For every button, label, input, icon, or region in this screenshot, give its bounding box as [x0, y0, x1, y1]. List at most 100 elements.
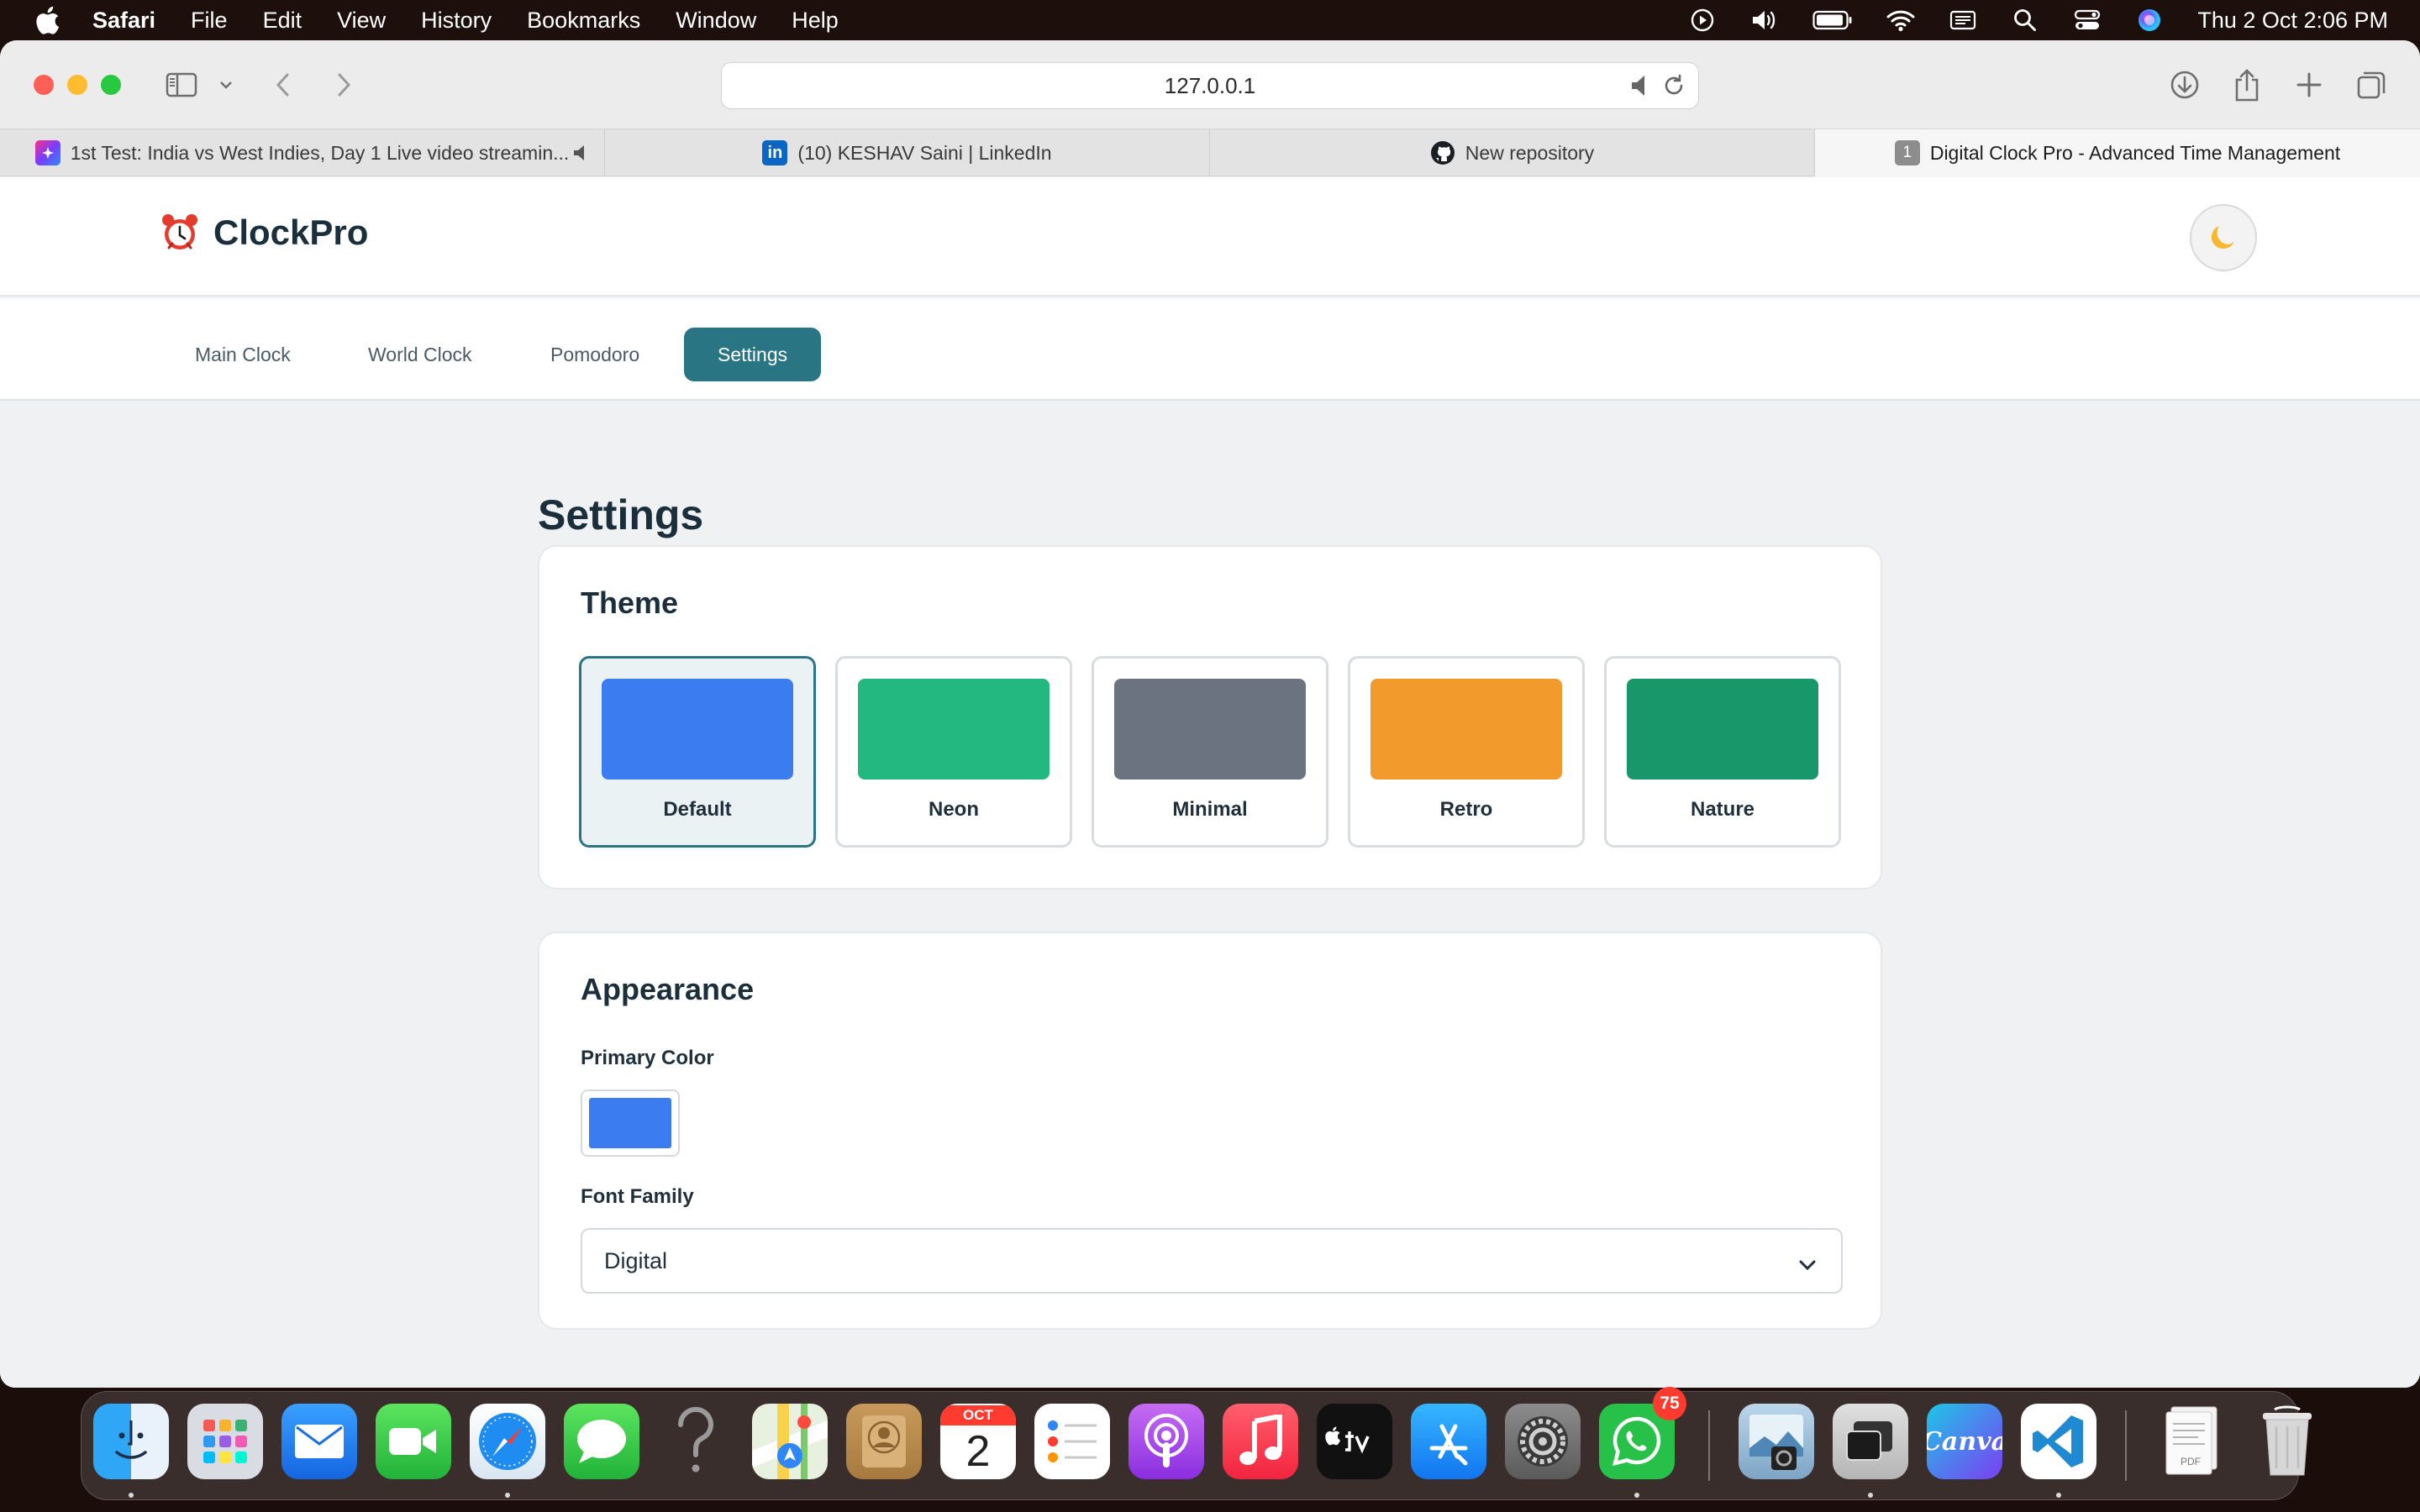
music-icon[interactable] — [1223, 1404, 1298, 1479]
share-icon[interactable] — [2230, 66, 2264, 104]
theme-option-nature[interactable]: Nature — [1604, 656, 1841, 848]
finder-icon[interactable] — [93, 1404, 169, 1479]
downloads-icon[interactable] — [2168, 66, 2202, 104]
web-page: ClockPro Main Clock World Clock Pomodoro… — [0, 177, 2420, 1388]
app-nav: Main Clock World Clock Pomodoro Settings — [0, 298, 2420, 401]
theme-option-default[interactable]: Default — [579, 656, 816, 848]
theme-swatch — [602, 679, 793, 780]
wifi-icon[interactable] — [1886, 6, 1915, 34]
menu-window[interactable]: Window — [676, 8, 756, 34]
apple-tv-icon[interactable] — [1317, 1404, 1392, 1479]
system-settings-icon[interactable] — [1505, 1404, 1581, 1479]
app-logo[interactable]: ClockPro — [160, 213, 368, 253]
contacts-icon[interactable] — [846, 1404, 922, 1479]
nav-settings[interactable]: Settings — [684, 328, 822, 381]
podcasts-icon[interactable] — [1128, 1404, 1204, 1479]
page-title: Settings — [538, 491, 704, 538]
safari-window: 127.0.0.1 1st Test: India vs West Indies… — [0, 40, 2420, 1388]
menu-edit[interactable]: Edit — [263, 8, 302, 34]
dock-separator — [2125, 1410, 2127, 1481]
trash-icon[interactable] — [2249, 1404, 2325, 1479]
font-family-select[interactable]: Digital — [581, 1228, 1843, 1294]
tab-audio-icon[interactable] — [1629, 73, 1651, 104]
reminders-icon[interactable] — [1034, 1404, 1110, 1479]
siri-icon[interactable] — [2135, 6, 2164, 34]
font-family-value: Digital — [604, 1247, 668, 1273]
messages-icon[interactable] — [564, 1404, 639, 1479]
now-playing-icon[interactable] — [1688, 6, 1717, 34]
sidebar-toggle-icon[interactable] — [163, 66, 200, 104]
primary-color-picker[interactable] — [581, 1089, 680, 1157]
nav-main-clock[interactable]: Main Clock — [161, 328, 324, 381]
reload-icon[interactable] — [1661, 73, 1686, 104]
theme-option-neon[interactable]: Neon — [835, 656, 1072, 848]
control-center-icon[interactable] — [2073, 6, 2102, 34]
mail-icon[interactable] — [281, 1404, 357, 1479]
minimize-window-button[interactable] — [67, 75, 87, 95]
theme-label: Nature — [1690, 798, 1755, 821]
running-indicator — [129, 1493, 134, 1498]
calendar-day: 2 — [965, 1427, 991, 1476]
theme-option-minimal[interactable]: Minimal — [1092, 656, 1328, 848]
app-store-icon[interactable] — [1411, 1404, 1486, 1479]
close-window-button[interactable] — [34, 75, 54, 95]
canva-icon[interactable]: Canva — [1927, 1404, 2002, 1479]
preview-icon[interactable] — [1739, 1404, 1814, 1479]
pdf-label: PDF — [2181, 1456, 2201, 1467]
macos-dock: OCT 2 75 Canva PDF — [81, 1387, 2312, 1500]
spotlight-search-icon[interactable] — [2011, 6, 2039, 34]
font-family-label: Font Family — [581, 1185, 694, 1208]
volume-icon[interactable] — [1750, 6, 1779, 34]
maps-icon[interactable] — [752, 1404, 828, 1479]
screen-sharing-icon[interactable] — [1833, 1404, 1908, 1479]
tab-cricket-stream[interactable]: 1st Test: India vs West Indies, Day 1 Li… — [0, 129, 605, 176]
help-question-icon[interactable] — [658, 1404, 734, 1479]
keyboard-input-icon[interactable] — [1949, 6, 1977, 34]
nav-world-clock[interactable]: World Clock — [334, 328, 506, 381]
facetime-icon[interactable] — [376, 1404, 451, 1479]
theme-swatch — [1627, 679, 1818, 780]
appearance-card: Appearance Primary Color Font Family Dig… — [538, 932, 1882, 1330]
github-icon — [1430, 140, 1455, 165]
theme-option-retro[interactable]: Retro — [1348, 656, 1585, 848]
vscode-icon[interactable] — [2021, 1404, 2096, 1479]
menu-view[interactable]: View — [337, 8, 386, 34]
apple-menu-icon[interactable] — [30, 3, 64, 37]
tab-title: 1st Test: India vs West Indies, Day 1 Li… — [70, 141, 570, 164]
canva-wordmark: Canva — [1927, 1426, 2002, 1457]
menu-bookmarks[interactable]: Bookmarks — [527, 8, 640, 34]
menu-app-name[interactable]: Safari — [92, 8, 155, 34]
chevron-down-icon — [1797, 1252, 1818, 1278]
tab-digital-clock-pro[interactable]: 1 Digital Clock Pro - Advanced Time Mana… — [1815, 129, 2420, 176]
menu-help[interactable]: Help — [792, 8, 839, 34]
menubar-clock[interactable]: Thu 2 Oct 2:06 PM — [2197, 8, 2388, 34]
fullscreen-window-button[interactable] — [101, 75, 121, 95]
chevron-down-icon[interactable] — [217, 66, 235, 104]
forward-icon[interactable] — [331, 66, 356, 104]
calendar-icon[interactable]: OCT 2 — [940, 1404, 1016, 1479]
tab-title: New repository — [1465, 141, 1595, 164]
theme-card: Theme Default Neon Minimal Retro Nature — [538, 545, 1882, 890]
launchpad-icon[interactable] — [187, 1404, 263, 1479]
menu-history[interactable]: History — [421, 8, 492, 34]
tab-speaker-icon[interactable] — [572, 143, 589, 168]
tab-overview-icon[interactable] — [2354, 66, 2388, 104]
running-indicator — [505, 1493, 510, 1498]
running-indicator — [1634, 1493, 1639, 1498]
tab-number-icon: 1 — [1894, 140, 1920, 165]
primary-color-swatch — [589, 1098, 671, 1148]
pdf-document-icon[interactable]: PDF — [2155, 1404, 2231, 1479]
address-bar[interactable]: 127.0.0.1 — [721, 62, 1699, 109]
theme-label: Minimal — [1172, 798, 1248, 821]
nav-pomodoro[interactable]: Pomodoro — [517, 328, 673, 381]
safari-icon[interactable] — [470, 1404, 545, 1479]
battery-icon[interactable] — [1812, 6, 1853, 34]
new-tab-icon[interactable] — [2292, 66, 2326, 104]
running-indicator — [1868, 1493, 1873, 1498]
tab-github[interactable]: New repository — [1210, 129, 1815, 176]
dark-mode-toggle-button[interactable] — [2190, 204, 2257, 271]
back-icon[interactable] — [271, 66, 296, 104]
address-bar-url: 127.0.0.1 — [1164, 72, 1256, 98]
menu-file[interactable]: File — [191, 8, 228, 34]
tab-linkedin[interactable]: in (10) KESHAV Saini | LinkedIn — [605, 129, 1210, 176]
